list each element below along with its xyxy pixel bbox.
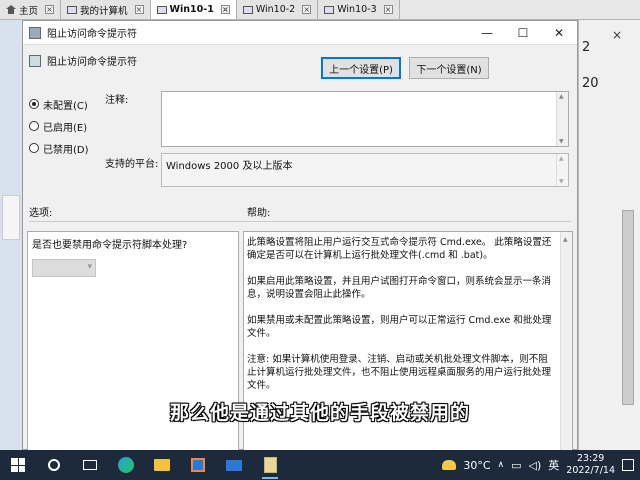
close-icon[interactable]: × [134,5,144,14]
radio-enabled[interactable]: 已启用(E) [29,115,89,137]
edge-button[interactable] [108,450,144,480]
comment-scrollbar[interactable] [556,92,568,146]
policy-editor-button[interactable] [252,450,288,480]
radio-label: 已禁用(D) [43,144,89,156]
computer-icon [67,5,78,14]
system-tray: 30°C ∧ ▭ ◁) 英 23:29 2022/7/14 [442,450,640,480]
policy-name: 阻止访问命令提示符 [47,57,137,68]
vm-tab-my-computer[interactable]: 我的计算机 × [61,0,151,19]
windows-logo-icon [11,458,25,472]
mail-button[interactable] [216,450,252,480]
start-button[interactable] [0,450,36,480]
comment-label: 注释: [105,95,129,106]
radio-dot[interactable] [29,143,39,153]
folder-icon [154,459,170,471]
policy-dialog: 阻止访问命令提示符 — ☐ ✕ 阻止访问命令提示符 上一个设置(P) 下一个设置… [22,20,578,451]
state-radio-group: 未配置(C) 已启用(E) 已禁用(D) [29,93,89,159]
clock-date: 2022/7/14 [566,465,615,476]
background-text: 20 [582,76,599,91]
close-icon[interactable]: × [220,5,230,14]
volume-icon[interactable]: ◁) [529,459,542,472]
next-setting-button[interactable]: 下一个设置(N) [409,57,489,79]
taskbar: 30°C ∧ ▭ ◁) 英 23:29 2022/7/14 [0,450,640,480]
background-text: 2 [582,40,591,55]
store-icon [191,458,205,472]
policy-icon [29,26,41,39]
radio-label: 未配置(C) [43,100,88,112]
close-icon[interactable]: × [612,28,622,42]
vm-tab-label: 主页 [19,5,39,17]
show-hidden-icons-icon[interactable]: ∧ [498,460,505,470]
option-question: 是否也要禁用命令提示符脚本处理? [32,240,188,251]
search-icon [48,459,60,471]
options-label: 选项: [29,208,53,219]
search-button[interactable] [36,450,72,480]
video-subtitle: 那么他是通过其他的手段被禁用的 [169,402,470,424]
vm-icon [242,5,253,14]
vm-tab-label: 我的计算机 [80,5,128,17]
supported-platform-label: 支持的平台: [105,159,159,170]
vm-tab-label: Win10-2 [255,4,296,15]
vm-icon [324,5,335,14]
comment-textarea[interactable] [161,91,569,147]
clock-time: 23:29 [576,453,605,464]
help-paragraph: 如果启用此策略设置，并且用户试图打开命令窗口，则系统会显示一条消息，说明设置会阻… [247,276,552,300]
platform-scrollbar[interactable] [556,154,568,186]
help-label: 帮助: [247,208,271,219]
notification-icon[interactable] [622,459,634,471]
previous-setting-button[interactable]: 上一个设置(P) [321,57,401,79]
background-window [2,195,20,240]
policy-header: 阻止访问命令提示符 [29,53,137,68]
vm-tab-win10-2[interactable]: Win10-2 × [236,0,319,19]
desktop-background [0,20,22,450]
vm-icon [156,5,167,14]
close-icon[interactable]: × [302,5,312,14]
help-paragraph: 如果禁用或未配置此策略设置，则用户可以正常运行 Cmd.exe 和批处理文件。 [247,315,552,339]
radio-disabled[interactable]: 已禁用(D) [29,137,89,159]
task-view-button[interactable] [72,450,108,480]
vm-tab-win10-3[interactable]: Win10-3 × [318,0,400,19]
ime-indicator[interactable]: 英 [548,457,559,473]
vm-tab-label: Win10-1 [169,4,214,15]
dialog-title: 阻止访问命令提示符 [47,29,137,40]
clock[interactable]: 23:29 2022/7/14 [566,453,615,477]
close-icon[interactable]: × [383,5,393,14]
close-icon[interactable]: × [45,5,55,14]
mail-icon [226,459,242,471]
radio-dot[interactable] [29,121,39,131]
edge-icon [118,457,134,473]
home-icon [6,5,16,14]
store-button[interactable] [180,450,216,480]
script-processing-dropdown[interactable] [32,259,96,277]
radio-label: 已启用(E) [43,122,88,134]
maximize-button[interactable]: ☐ [505,21,541,45]
policy-icon [29,54,41,67]
supported-platform-value: Windows 2000 及以上版本 [166,161,293,172]
vm-tab-home[interactable]: 主页 × [0,0,62,19]
vm-tab-win10-1[interactable]: Win10-1 × [150,0,237,19]
minimize-button[interactable]: — [469,21,505,45]
supported-platform-box: Windows 2000 及以上版本 [161,153,569,187]
weather-icon[interactable] [442,460,457,470]
vm-tab-bar: 主页 × 我的计算机 × Win10-1 × Win10-2 × Win10-3… [0,0,640,20]
task-view-icon [83,460,97,470]
document-icon [263,457,277,473]
temperature[interactable]: 30°C [463,459,490,472]
divider [29,221,571,222]
close-button[interactable]: ✕ [541,21,577,45]
background-scrollbar[interactable] [622,210,634,405]
help-paragraph: 注意: 如果计算机使用登录、注销、启动或关机批处理文件脚本，则不阻止计算机运行批… [247,354,552,391]
radio-dot[interactable] [29,99,39,109]
help-paragraph: 此策略设置将阻止用户运行交互式命令提示符 Cmd.exe。 此策略设置还确定是否… [247,237,552,261]
file-explorer-button[interactable] [144,450,180,480]
vm-tab-label: Win10-3 [337,4,377,15]
network-icon[interactable]: ▭ [511,459,521,472]
radio-not-configured[interactable]: 未配置(C) [29,93,89,115]
